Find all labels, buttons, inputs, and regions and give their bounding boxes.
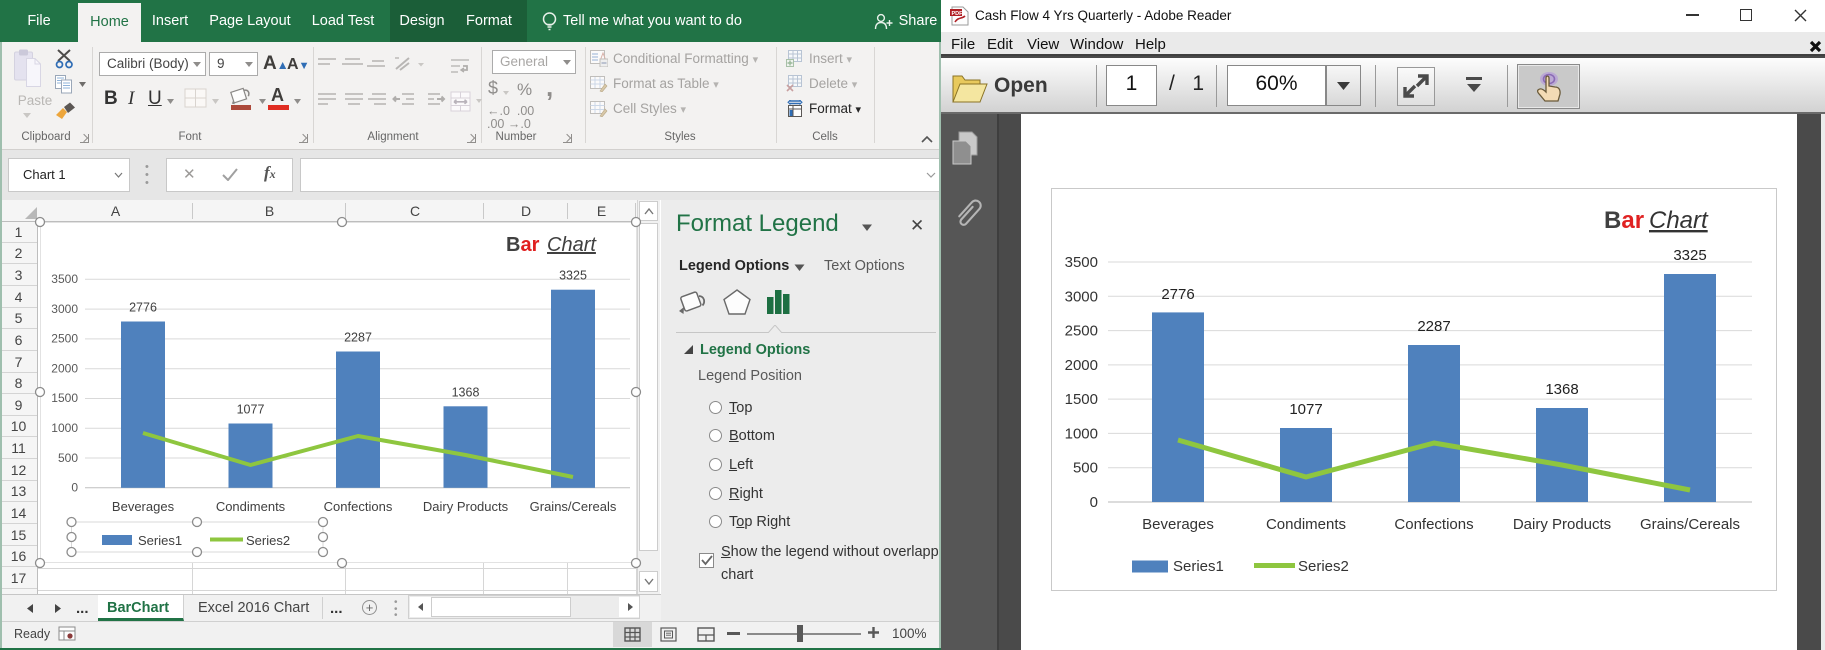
svg-text:500: 500	[58, 451, 78, 465]
svg-text:Bar: Bar	[1604, 207, 1644, 234]
svg-text:3325: 3325	[559, 269, 587, 283]
svg-text:Bar: Bar	[506, 234, 540, 256]
svg-text:2287: 2287	[344, 331, 372, 345]
svg-text:0: 0	[1090, 494, 1098, 511]
svg-text:1368: 1368	[452, 385, 480, 399]
svg-text:2776: 2776	[129, 301, 157, 315]
svg-text:Series2: Series2	[246, 533, 290, 548]
svg-text:Chart: Chart	[1649, 207, 1709, 234]
svg-text:Confections: Confections	[1394, 516, 1473, 533]
svg-text:Series2: Series2	[1298, 558, 1349, 575]
svg-text:2287: 2287	[1417, 318, 1450, 335]
svg-text:500: 500	[1073, 460, 1098, 477]
svg-text:2000: 2000	[1065, 357, 1098, 374]
svg-text:2500: 2500	[51, 332, 78, 346]
svg-text:1000: 1000	[1065, 425, 1098, 442]
svg-text:Beverages: Beverages	[112, 499, 175, 514]
svg-text:2776: 2776	[1161, 286, 1194, 303]
svg-text:Condiments: Condiments	[1266, 516, 1346, 533]
svg-text:3325: 3325	[1673, 247, 1706, 264]
svg-text:Series1: Series1	[1173, 558, 1224, 575]
svg-text:1500: 1500	[51, 391, 78, 405]
svg-text:1500: 1500	[1065, 391, 1098, 408]
svg-text:PDF: PDF	[952, 11, 964, 17]
svg-text:2500: 2500	[1065, 323, 1098, 340]
svg-text:3000: 3000	[1065, 288, 1098, 305]
svg-text:Grains/Cereals: Grains/Cereals	[1640, 516, 1740, 533]
svg-text:Beverages: Beverages	[1142, 516, 1214, 533]
svg-text:Grains/Cereals: Grains/Cereals	[530, 499, 617, 514]
svg-text:Condiments: Condiments	[216, 499, 286, 514]
svg-text:Dairy Products: Dairy Products	[423, 499, 509, 514]
svg-text:2000: 2000	[51, 361, 78, 375]
svg-text:3500: 3500	[51, 272, 78, 286]
svg-text:Dairy Products: Dairy Products	[1513, 516, 1611, 533]
svg-text:0: 0	[71, 481, 78, 495]
svg-text:3500: 3500	[1065, 254, 1098, 271]
svg-text:1077: 1077	[237, 403, 265, 417]
svg-text:Series1: Series1	[138, 533, 182, 548]
svg-text:1000: 1000	[51, 421, 78, 435]
svg-text:3000: 3000	[51, 302, 78, 316]
svg-text:1077: 1077	[1289, 401, 1322, 418]
svg-text:Chart: Chart	[547, 234, 597, 256]
svg-text:1368: 1368	[1545, 381, 1578, 398]
svg-text:Confections: Confections	[324, 499, 393, 514]
